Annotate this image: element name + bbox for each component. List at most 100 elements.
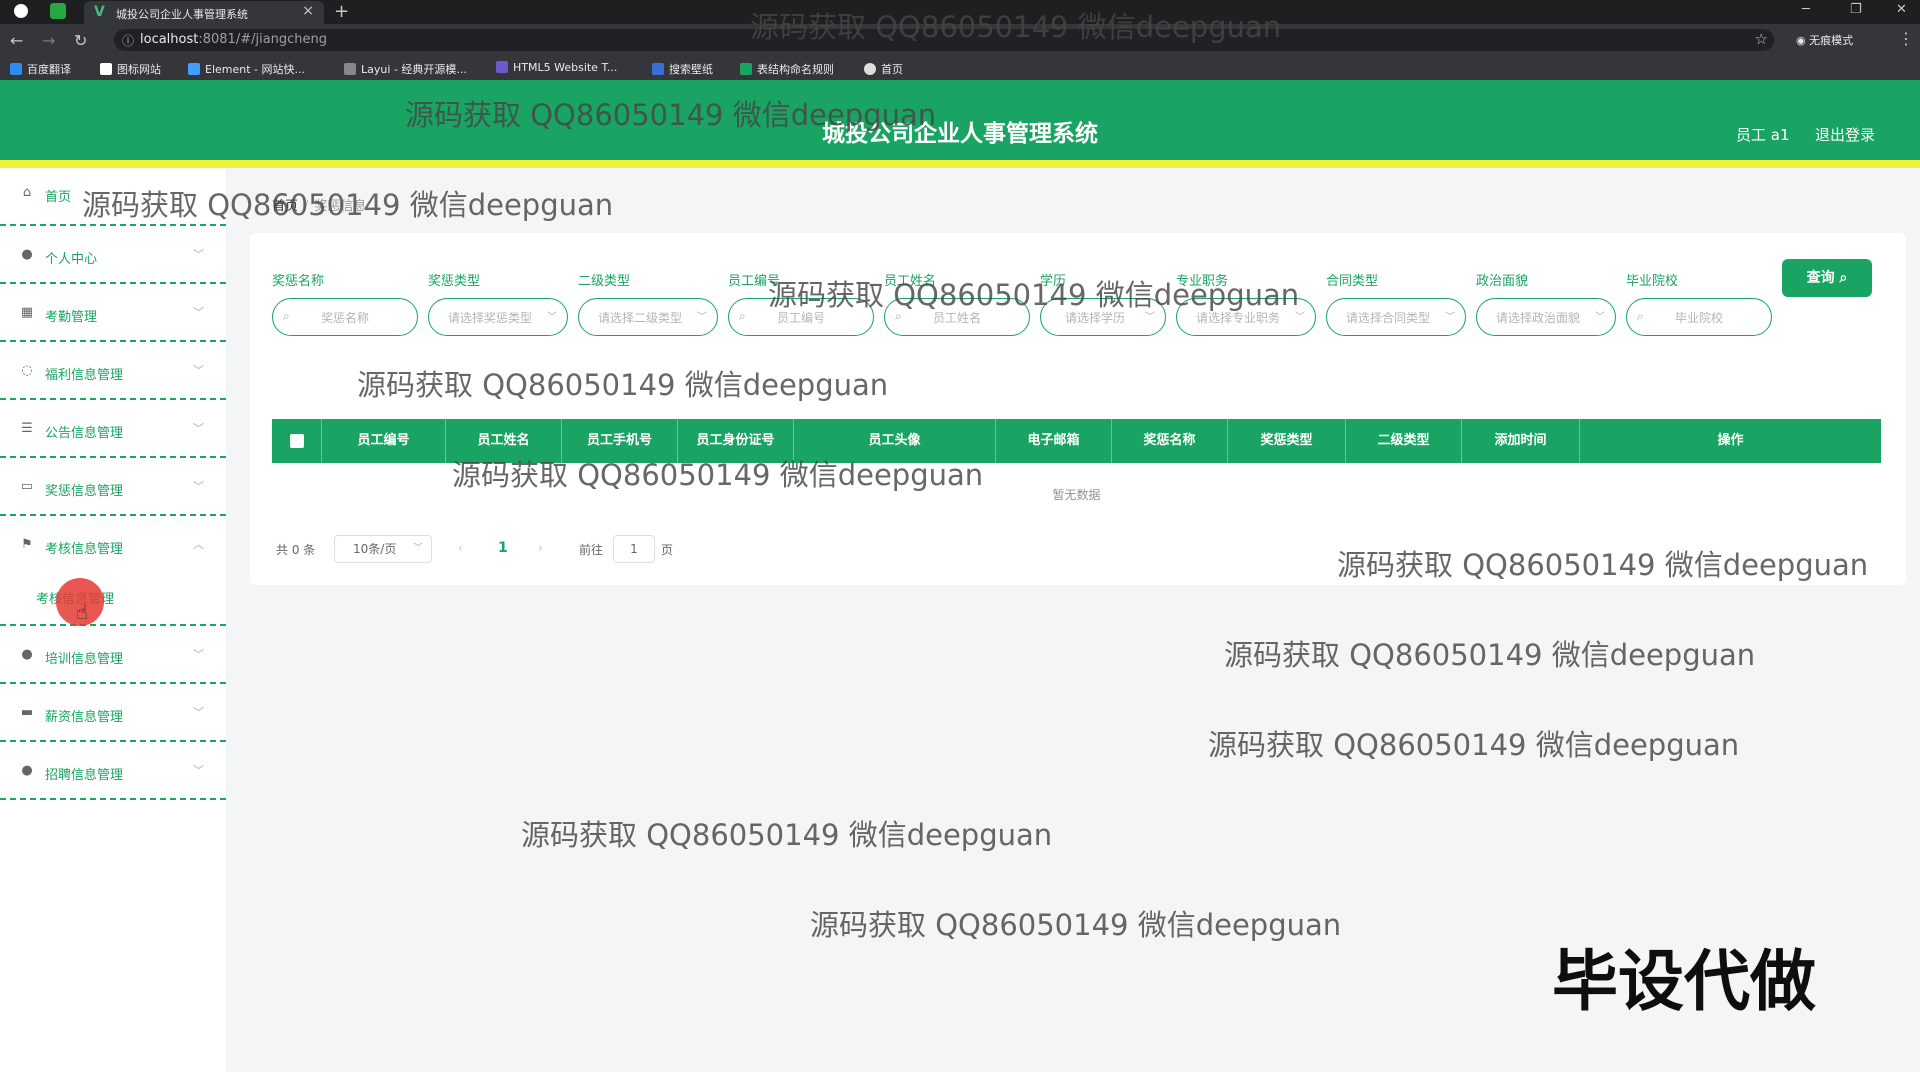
next-page-icon[interactable]: › [538,541,543,555]
reload-icon[interactable]: ↻ [74,31,87,50]
column-header[interactable]: 员工身份证号 [678,419,794,463]
sidebar-item-label: 个人中心 [45,252,98,267]
table-header: 员工编号 员工姓名 员工手机号 员工身份证号 员工头像 电子邮箱 奖惩名称 奖惩… [272,419,1881,463]
employee-name-input[interactable]: ⌕ 员工姓名 [884,298,1030,336]
sidebar-item-label: 招聘信息管理 [45,768,124,783]
bookmark-item[interactable]: 图标网站 [100,61,161,77]
sidebar-item-recruitment[interactable]: ● 招聘信息管理 ﹀ [0,742,226,800]
active-browser-tab[interactable]: V 城投公司企业人事管理系统 × [84,1,324,24]
bookmark-star-icon[interactable]: ☆ [1755,30,1768,48]
bookmark-label: HTML5 Website T... [513,61,618,74]
graduate-school-input[interactable]: ⌕ 毕业院校 [1626,298,1772,336]
bookmark-item[interactable]: Element - 网站快... [188,61,305,77]
promo-stamp: 毕设代做 [1552,943,1816,1020]
chevron-down-icon: ﹀ [193,422,204,435]
back-icon[interactable]: ← [10,31,23,50]
restore-icon[interactable]: ❐ [1850,2,1862,17]
sidebar-item-welfare[interactable]: ◌ 福利信息管理 ﹀ [0,342,226,400]
app-header: 城投公司企业人事管理系统 员工 a1 退出登录 [0,80,1920,168]
system-title: 城投公司企业人事管理系统 [822,121,1098,147]
select-placeholder: 请选择专业职务 [1195,311,1280,325]
bookmarks-bar: 百度翻译 图标网站 Element - 网站快... Layui - 经典开源模… [0,56,1920,81]
position-select[interactable]: 请选择专业职务 ﹀ [1176,298,1316,336]
select-placeholder: 请选择政治面貌 [1495,311,1580,325]
vue-favicon-icon: V [94,4,105,20]
bookmark-label: 首页 [881,63,903,76]
sidebar-item-attendance[interactable]: ▦ 考勤管理 ﹀ [0,284,226,342]
window-close-icon[interactable]: ✕ [1896,2,1907,17]
incognito-label[interactable]: ◉ 无痕模式 [1796,32,1853,48]
filter-label: 员工姓名 [884,274,937,289]
employee-id-input[interactable]: ⌕ 员工编号 [728,298,874,336]
select-all-checkbox[interactable] [272,419,322,463]
watermark-text: 源码获取 QQ86050149 微信deepguan [521,818,1053,852]
sidebar-item-rewards[interactable]: ▭ 奖惩信息管理 ﹀ [0,458,226,516]
reward-type-select[interactable]: 请选择奖惩类型 ﹀ [428,298,568,336]
query-button[interactable]: 查询 ⌕ [1782,259,1872,297]
header-accent-bar [0,160,1920,168]
page-number-current[interactable]: 1 [498,540,508,556]
breadcrumb: 首页 / 奖惩信息 [272,195,366,214]
new-tab-icon[interactable]: + [334,1,349,22]
select-placeholder: 请选择二级类型 [597,311,682,325]
bulb-icon: ◌ [21,363,33,378]
sidebar-item-home[interactable]: ⌂ 首页 [0,168,226,226]
filter-label: 奖惩名称 [272,274,325,289]
contract-type-select[interactable]: 请选择合同类型 ﹀ [1326,298,1466,336]
browser-logo-icon [14,4,28,18]
column-header[interactable]: 员工头像 [794,419,996,463]
column-header[interactable]: 员工手机号 [562,419,678,463]
sidebar-item-announcement[interactable]: ☰ 公告信息管理 ﹀ [0,400,226,458]
url-text: localhost:8081/#/jiangcheng [140,32,327,47]
filter-label: 毕业院校 [1626,274,1679,289]
empty-table-text: 暂无数据 [1052,488,1101,502]
column-header[interactable]: 添加时间 [1462,419,1580,463]
logout-link[interactable]: 退出登录 [1815,124,1875,145]
tab-favicon-icon[interactable] [50,3,66,19]
sidebar-item-label: 奖惩信息管理 [45,484,124,499]
input-placeholder: 毕业院校 [1674,311,1723,325]
chevron-down-icon: ﹀ [1145,312,1155,323]
sidebar-item-salary[interactable]: ▬ 薪资信息管理 ﹀ [0,684,226,742]
political-status-select[interactable]: 请选择政治面貌 ﹀ [1476,298,1616,336]
url-host: localhost [140,32,199,47]
column-header[interactable]: 员工编号 [322,419,446,463]
bookmark-favicon-icon [188,63,200,75]
browser-menu-icon[interactable]: ⋮ [1898,29,1914,48]
bookmark-item[interactable]: HTML5 Website T... [496,61,617,74]
column-header[interactable]: 员工姓名 [446,419,562,463]
goto-page-input[interactable]: 1 [613,535,655,563]
bookmark-favicon-icon [652,63,664,75]
column-header[interactable]: 奖惩类型 [1228,419,1346,463]
breadcrumb-home[interactable]: 首页 [272,199,298,214]
url-field[interactable]: ⓘ localhost:8081/#/jiangcheng ☆ [114,29,1774,51]
close-tab-icon[interactable]: × [302,3,314,19]
column-header[interactable]: 电子邮箱 [996,419,1112,463]
bookmark-item[interactable]: 搜索壁纸 [652,61,713,77]
filter-label: 政治面貌 [1476,274,1529,289]
page-size-value: 10条/页 [353,542,397,556]
chevron-down-icon: ﹀ [1595,312,1605,323]
sidebar-item-training[interactable]: ● 培训信息管理 ﹀ [0,626,226,684]
sidebar-item-label: 福利信息管理 [45,368,124,383]
column-header[interactable]: 奖惩名称 [1112,419,1228,463]
site-info-icon[interactable]: ⓘ [122,32,134,49]
sidebar-item-personal-center[interactable]: ● 个人中心 ﹀ [0,226,226,284]
secondary-type-select[interactable]: 请选择二级类型 ﹀ [578,298,718,336]
education-select[interactable]: 请选择学历 ﹀ [1040,298,1166,336]
filter-label: 二级类型 [578,274,631,289]
bookmark-item[interactable]: 百度翻译 [10,61,71,77]
bookmark-item[interactable]: 表结构命名规则 [740,61,834,77]
bookmark-item[interactable]: Layui - 经典开源模... [344,61,467,77]
page-size-select[interactable]: 10条/页 ﹀ [334,535,432,563]
prev-page-icon[interactable]: ‹ [458,541,463,555]
filter-label: 奖惩类型 [428,274,481,289]
column-header[interactable]: 二级类型 [1346,419,1462,463]
bookmark-item[interactable]: 首页 [864,61,903,77]
chevron-down-icon: ﹀ [697,312,707,323]
sidebar-item-assessment[interactable]: ⚑ 考核信息管理 ︿ [0,516,226,626]
forward-icon[interactable]: → [42,31,55,50]
profile-label: 无痕模式 [1809,34,1854,47]
reward-name-input[interactable]: ⌕ 奖惩名称 [272,298,418,336]
minimize-icon[interactable]: ─ [1802,2,1810,17]
